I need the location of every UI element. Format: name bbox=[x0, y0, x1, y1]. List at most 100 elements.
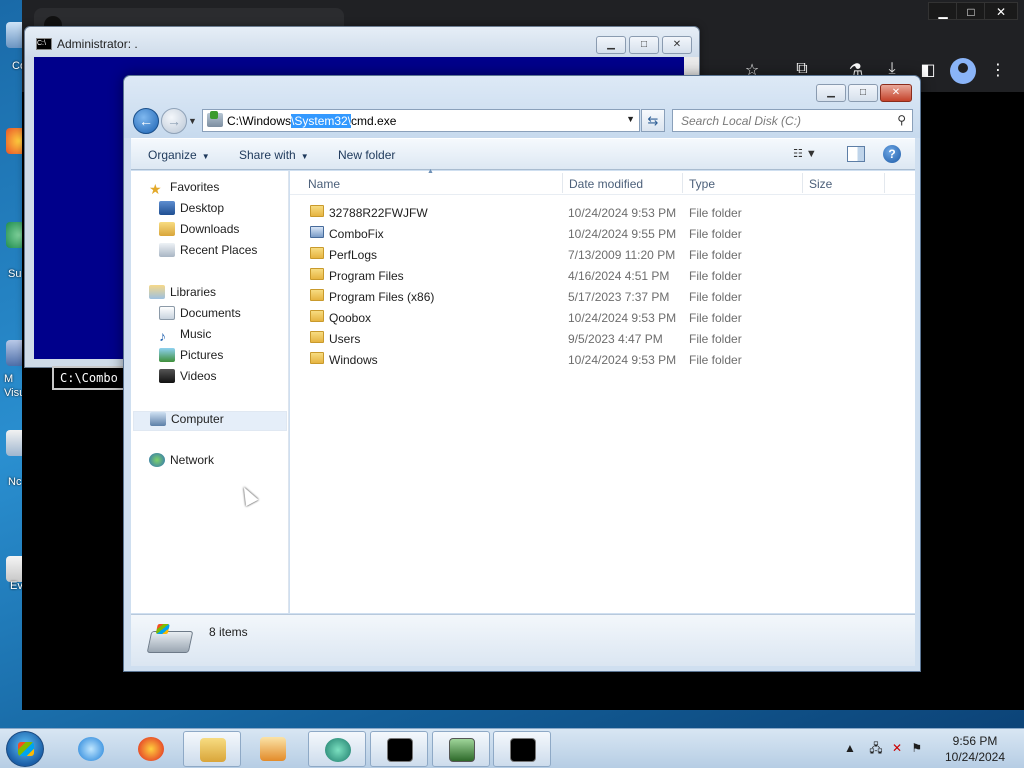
table-row[interactable]: 32788R22FWJFW 10/24/2024 9:53 PM File fold… bbox=[290, 202, 915, 223]
nav-desktop[interactable]: Desktop bbox=[159, 201, 224, 221]
file-type: File folder bbox=[689, 206, 742, 220]
nav-documents[interactable]: Documents bbox=[159, 306, 241, 326]
cmd-close-button[interactable]: ✕ bbox=[662, 36, 692, 54]
start-button[interactable] bbox=[6, 731, 44, 767]
clock[interactable]: 9:56 PM 10/24/2024 bbox=[940, 733, 1010, 765]
taskbar-internet-explorer[interactable] bbox=[62, 731, 120, 767]
file-type: File folder bbox=[689, 311, 742, 325]
nav-recent-places[interactable]: Recent Places bbox=[159, 243, 257, 263]
nav-computer[interactable]: Computer bbox=[133, 411, 287, 431]
explorer-close-button[interactable]: ✕ bbox=[880, 84, 912, 102]
search-placeholder: Search Local Disk (C:) bbox=[681, 114, 802, 128]
nav-pictures[interactable]: Pictures bbox=[159, 348, 223, 368]
browser-minimize-button[interactable]: ▁ bbox=[928, 2, 958, 20]
show-hidden-icons-chevron-up-icon[interactable]: ▲ bbox=[844, 741, 856, 755]
search-icon[interactable]: ⚲ bbox=[897, 113, 906, 127]
combofix-folder-icon bbox=[310, 226, 324, 238]
file-name: PerfLogs bbox=[329, 248, 378, 262]
table-row[interactable]: Qoobox 10/24/2024 9:53 PM File folder bbox=[290, 307, 915, 328]
taskbar-cmd-1[interactable] bbox=[370, 731, 428, 767]
nav-videos[interactable]: Videos bbox=[159, 369, 216, 389]
share-with-button[interactable]: Share with ▼ bbox=[239, 148, 309, 162]
organize-button[interactable]: Organize ▼ bbox=[148, 148, 210, 162]
browser-close-button[interactable]: ✕ bbox=[984, 2, 1018, 20]
browser-menu-icon[interactable]: ⋮ bbox=[986, 60, 1010, 80]
folder-icon bbox=[310, 289, 324, 301]
nav-label: Recent Places bbox=[180, 243, 258, 257]
address-prefix: C:\Windows bbox=[227, 114, 292, 128]
share-with-label: Share with bbox=[239, 148, 296, 162]
cmd-minimize-button[interactable]: ▁ bbox=[596, 36, 626, 54]
back-button[interactable]: ← bbox=[133, 108, 159, 134]
network-tray-icon[interactable]: 🖧 bbox=[869, 741, 882, 755]
file-name: Program Files (x86) bbox=[329, 290, 435, 304]
column-divider[interactable] bbox=[562, 173, 563, 193]
cmd-icon bbox=[510, 738, 536, 762]
column-type[interactable]: Type bbox=[689, 177, 715, 191]
nav-label: Computer bbox=[171, 412, 224, 426]
column-name[interactable]: Name bbox=[308, 177, 340, 191]
recent-pages-chevron-down-icon[interactable]: ▼ bbox=[188, 116, 197, 126]
nav-favorites[interactable]: ★ Favorites bbox=[149, 180, 219, 200]
go-button[interactable]: ⇆ bbox=[641, 109, 665, 132]
table-row[interactable]: Program Files 4/16/2024 4:51 PM File folde… bbox=[290, 265, 915, 286]
folder-icon bbox=[200, 738, 226, 762]
column-divider[interactable] bbox=[682, 173, 683, 193]
file-date: 4/16/2024 4:51 PM bbox=[568, 269, 670, 283]
system-tray: ▲ 🖧 ✕ ⚑ bbox=[844, 739, 922, 760]
taskbar: ▲ 🖧 ✕ ⚑ 9:56 PM 10/24/2024 bbox=[0, 728, 1024, 768]
address-bar[interactable]: C:\Windows\System32\cmd.exe ▼ bbox=[202, 109, 640, 132]
column-divider[interactable] bbox=[802, 173, 803, 193]
browser-maximize-button[interactable]: □ bbox=[956, 2, 986, 20]
profile-avatar-icon[interactable] bbox=[950, 58, 976, 84]
table-row[interactable]: PerfLogs 7/13/2009 11:20 PM File folder bbox=[290, 244, 915, 265]
address-selection: \System32\ bbox=[291, 114, 352, 128]
action-center-flag-icon[interactable]: ⚑ bbox=[911, 741, 922, 755]
preview-pane-icon[interactable] bbox=[847, 146, 865, 162]
nav-label: Downloads bbox=[180, 222, 240, 236]
new-folder-button[interactable]: New folder bbox=[338, 148, 395, 162]
column-size[interactable]: Size bbox=[809, 177, 832, 191]
item-count: 8 items bbox=[209, 625, 248, 639]
nav-label: Network bbox=[170, 453, 215, 467]
change-view-icon[interactable]: ☷ ▼ bbox=[793, 147, 829, 163]
search-input[interactable]: Search Local Disk (C:) ⚲ bbox=[672, 109, 913, 132]
organize-label: Organize bbox=[148, 148, 197, 162]
explorer-minimize-button[interactable]: ▁ bbox=[816, 84, 846, 102]
libraries-icon bbox=[149, 285, 165, 299]
taskbar-task-manager[interactable] bbox=[432, 731, 490, 767]
table-row[interactable]: Program Files (x86) 5/17/2023 7:37 PM File… bbox=[290, 286, 915, 307]
taskbar-cmd-2[interactable] bbox=[493, 731, 551, 767]
cmd-titlebar[interactable]: C:\ Administrator: . ▁ □ ✕ bbox=[25, 27, 699, 57]
folder-icon bbox=[310, 247, 324, 259]
desktop-label-notepad: Nc bbox=[8, 476, 22, 488]
cmd-icon: C:\ bbox=[36, 38, 52, 50]
nav-network[interactable]: Network bbox=[149, 453, 214, 473]
column-divider[interactable] bbox=[884, 173, 885, 193]
table-row[interactable]: Users 9/5/2023 4:47 PM File folder bbox=[290, 328, 915, 349]
table-row[interactable]: Windows 10/24/2024 9:53 PM File folder bbox=[290, 349, 915, 370]
nav-label: Favorites bbox=[170, 180, 220, 194]
address-text[interactable]: C:\Windows\System32\cmd.exe bbox=[227, 114, 396, 128]
help-icon[interactable]: ? bbox=[883, 145, 901, 163]
taskbar-firefox[interactable] bbox=[122, 731, 180, 767]
star-icon: ★ bbox=[149, 181, 162, 197]
nav-music[interactable]: ♪ Music bbox=[159, 327, 211, 347]
file-type: File folder bbox=[689, 269, 742, 283]
explorer-maximize-button[interactable]: □ bbox=[848, 84, 878, 102]
file-date: 9/5/2023 4:47 PM bbox=[568, 332, 663, 346]
volume-muted-icon[interactable]: ✕ bbox=[892, 741, 902, 755]
taskbar-app[interactable] bbox=[308, 731, 366, 767]
cmd-maximize-button[interactable]: □ bbox=[629, 36, 659, 54]
nav-libraries[interactable]: Libraries bbox=[149, 285, 216, 305]
forward-button[interactable]: → bbox=[161, 108, 187, 134]
desktop-label-app: Su bbox=[8, 268, 22, 280]
taskbar-media-player[interactable] bbox=[244, 731, 302, 767]
table-row[interactable]: ComboFix 10/24/2024 9:55 PM File folder bbox=[290, 223, 915, 244]
nav-downloads[interactable]: Downloads bbox=[159, 222, 239, 242]
address-chevron-down-icon[interactable]: ▼ bbox=[626, 114, 635, 124]
taskbar-explorer[interactable] bbox=[183, 731, 241, 767]
column-date-modified[interactable]: Date modified bbox=[569, 177, 643, 191]
address-suffix: cmd.exe bbox=[351, 114, 397, 128]
desktop-label-everything: Ev bbox=[10, 580, 23, 592]
